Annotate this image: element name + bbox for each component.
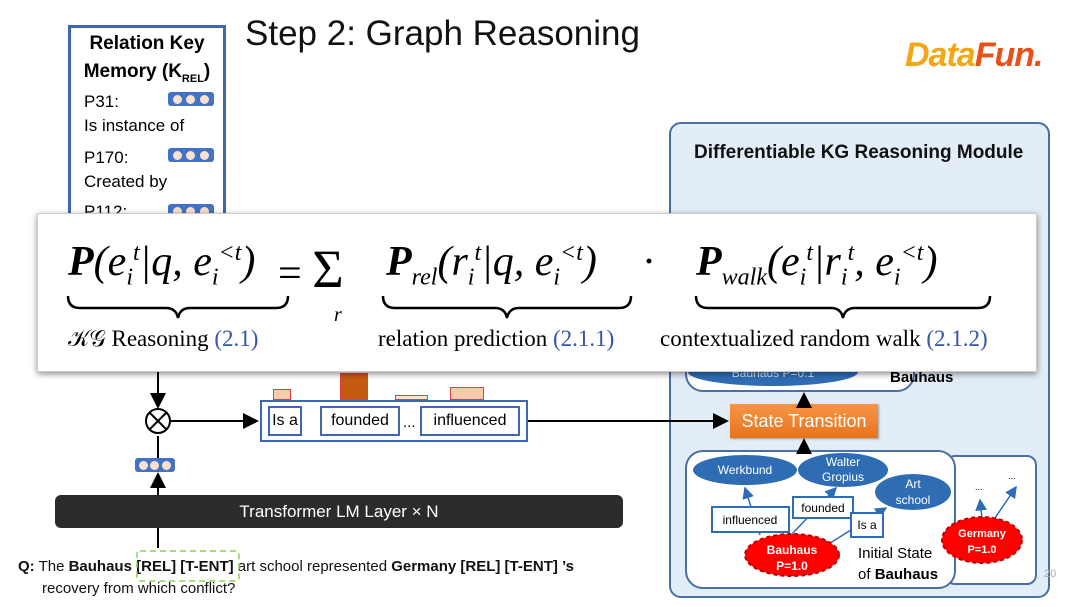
module-title: Differentiable KG Reasoning Module (694, 142, 1024, 163)
multiply-icon (145, 408, 171, 434)
relation-influenced: influenced (420, 406, 520, 436)
embedding-vector-icon (168, 148, 214, 162)
relation-id: P170: (84, 148, 129, 167)
relation-ellipsis: ... (403, 414, 416, 431)
transformer-layer: Transformer LM Layer × N (55, 495, 623, 528)
label-kg-reasoning: 𝒦𝒢 Reasoning (2.1) (68, 326, 259, 351)
question-text: Q: The Bauhaus [REL] [T-ENT] art school … (18, 558, 575, 597)
slide-title: Step 2: Graph Reasoning (245, 14, 640, 53)
relation-score-bar (273, 389, 291, 400)
formula-panel: P(eit|q, ei<t) = Σ r Prel(rit|q, ei<t) ·… (37, 213, 1037, 372)
label-random-walk: contextualized random walk (2.1.2) (660, 326, 988, 351)
relation-key-memory: Relation Key Memory (KREL) P31: Is instan… (68, 25, 226, 225)
relation-score-bar (450, 387, 484, 400)
embedding-vector-icon (168, 92, 214, 106)
relation-memory-title: Relation Key Memory (KREL) (83, 33, 211, 85)
state-transition-box: State Transition (730, 404, 878, 438)
relation-candidates: Is a founded ... influenced (260, 400, 528, 442)
relation-score-bar (340, 373, 368, 400)
label-relation-prediction: relation prediction (2.1.1) (378, 326, 615, 351)
relation-founded: founded (320, 406, 400, 436)
relation-label: Created by (84, 172, 168, 191)
page-number: 20 (1044, 568, 1057, 580)
germany-state-box (945, 455, 1037, 585)
datafun-logo: DataFun. (905, 36, 1043, 74)
relation-is-a: Is a (268, 406, 302, 436)
relation-id: P31: (84, 92, 119, 111)
query-vector-icon (135, 458, 175, 472)
relation-label: Is instance of (84, 116, 185, 135)
initial-state-box (685, 450, 956, 589)
